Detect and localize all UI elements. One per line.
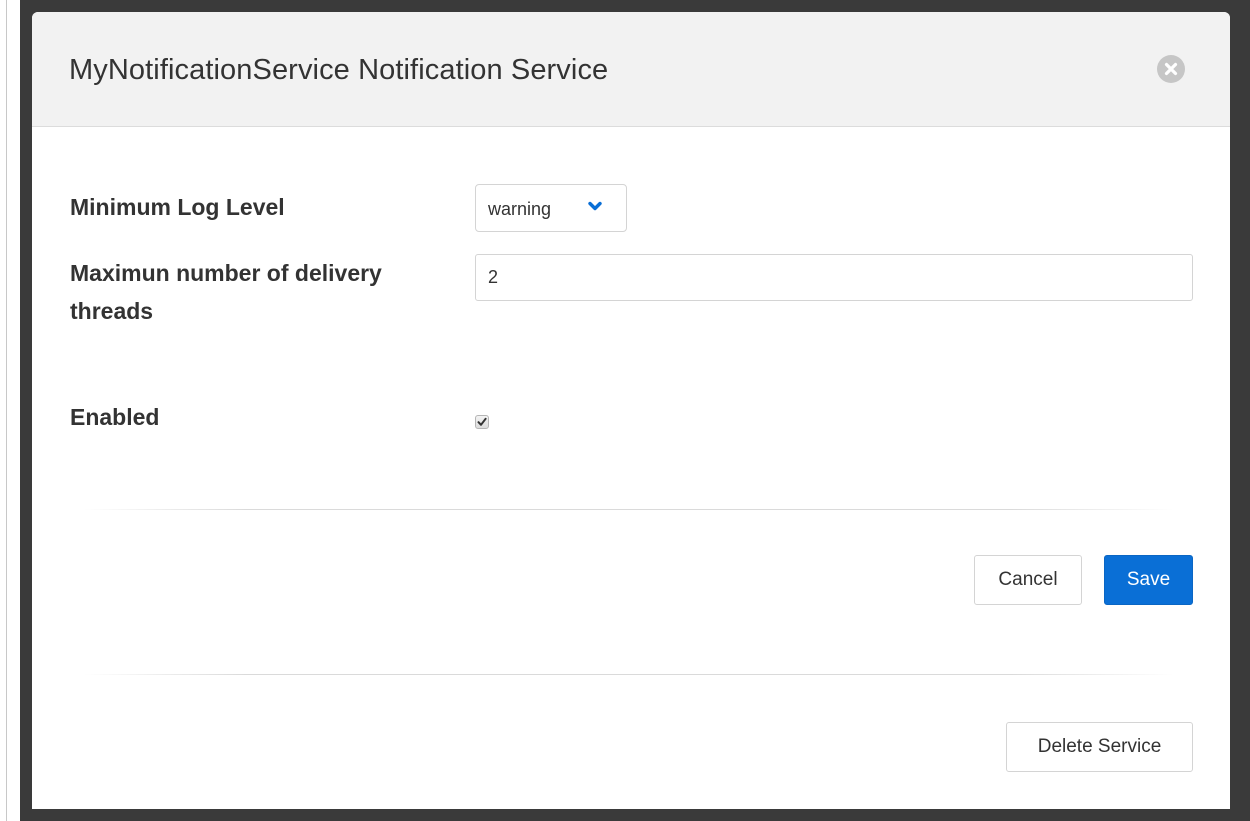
actions-divider (84, 674, 1174, 675)
checkmark-icon (477, 417, 487, 426)
chevron-down-icon (588, 201, 602, 211)
min-log-level-label: Minimum Log Level (70, 194, 285, 220)
page-edge-rule (6, 0, 7, 821)
form-divider (84, 509, 1174, 510)
save-button[interactable]: Save (1104, 555, 1193, 605)
dialog-title: MyNotificationService Notification Servi… (69, 54, 609, 86)
min-log-level-value: warning (488, 199, 552, 219)
cancel-button[interactable]: Cancel (974, 555, 1082, 605)
notification-service-dialog: MyNotificationService Notification Servi… (32, 12, 1230, 809)
close-button[interactable] (1157, 55, 1185, 83)
min-log-level-select[interactable]: warning (475, 184, 627, 232)
delete-service-button[interactable]: Delete Service (1006, 722, 1193, 772)
enabled-checkbox[interactable] (475, 415, 489, 429)
enabled-label: Enabled (70, 404, 160, 430)
close-circle-icon (1164, 62, 1178, 76)
max-delivery-threads-input[interactable] (475, 254, 1193, 301)
max-delivery-threads-label: Maximun number of delivery threads (70, 260, 382, 324)
dialog-header: MyNotificationService Notification Servi… (32, 12, 1230, 127)
